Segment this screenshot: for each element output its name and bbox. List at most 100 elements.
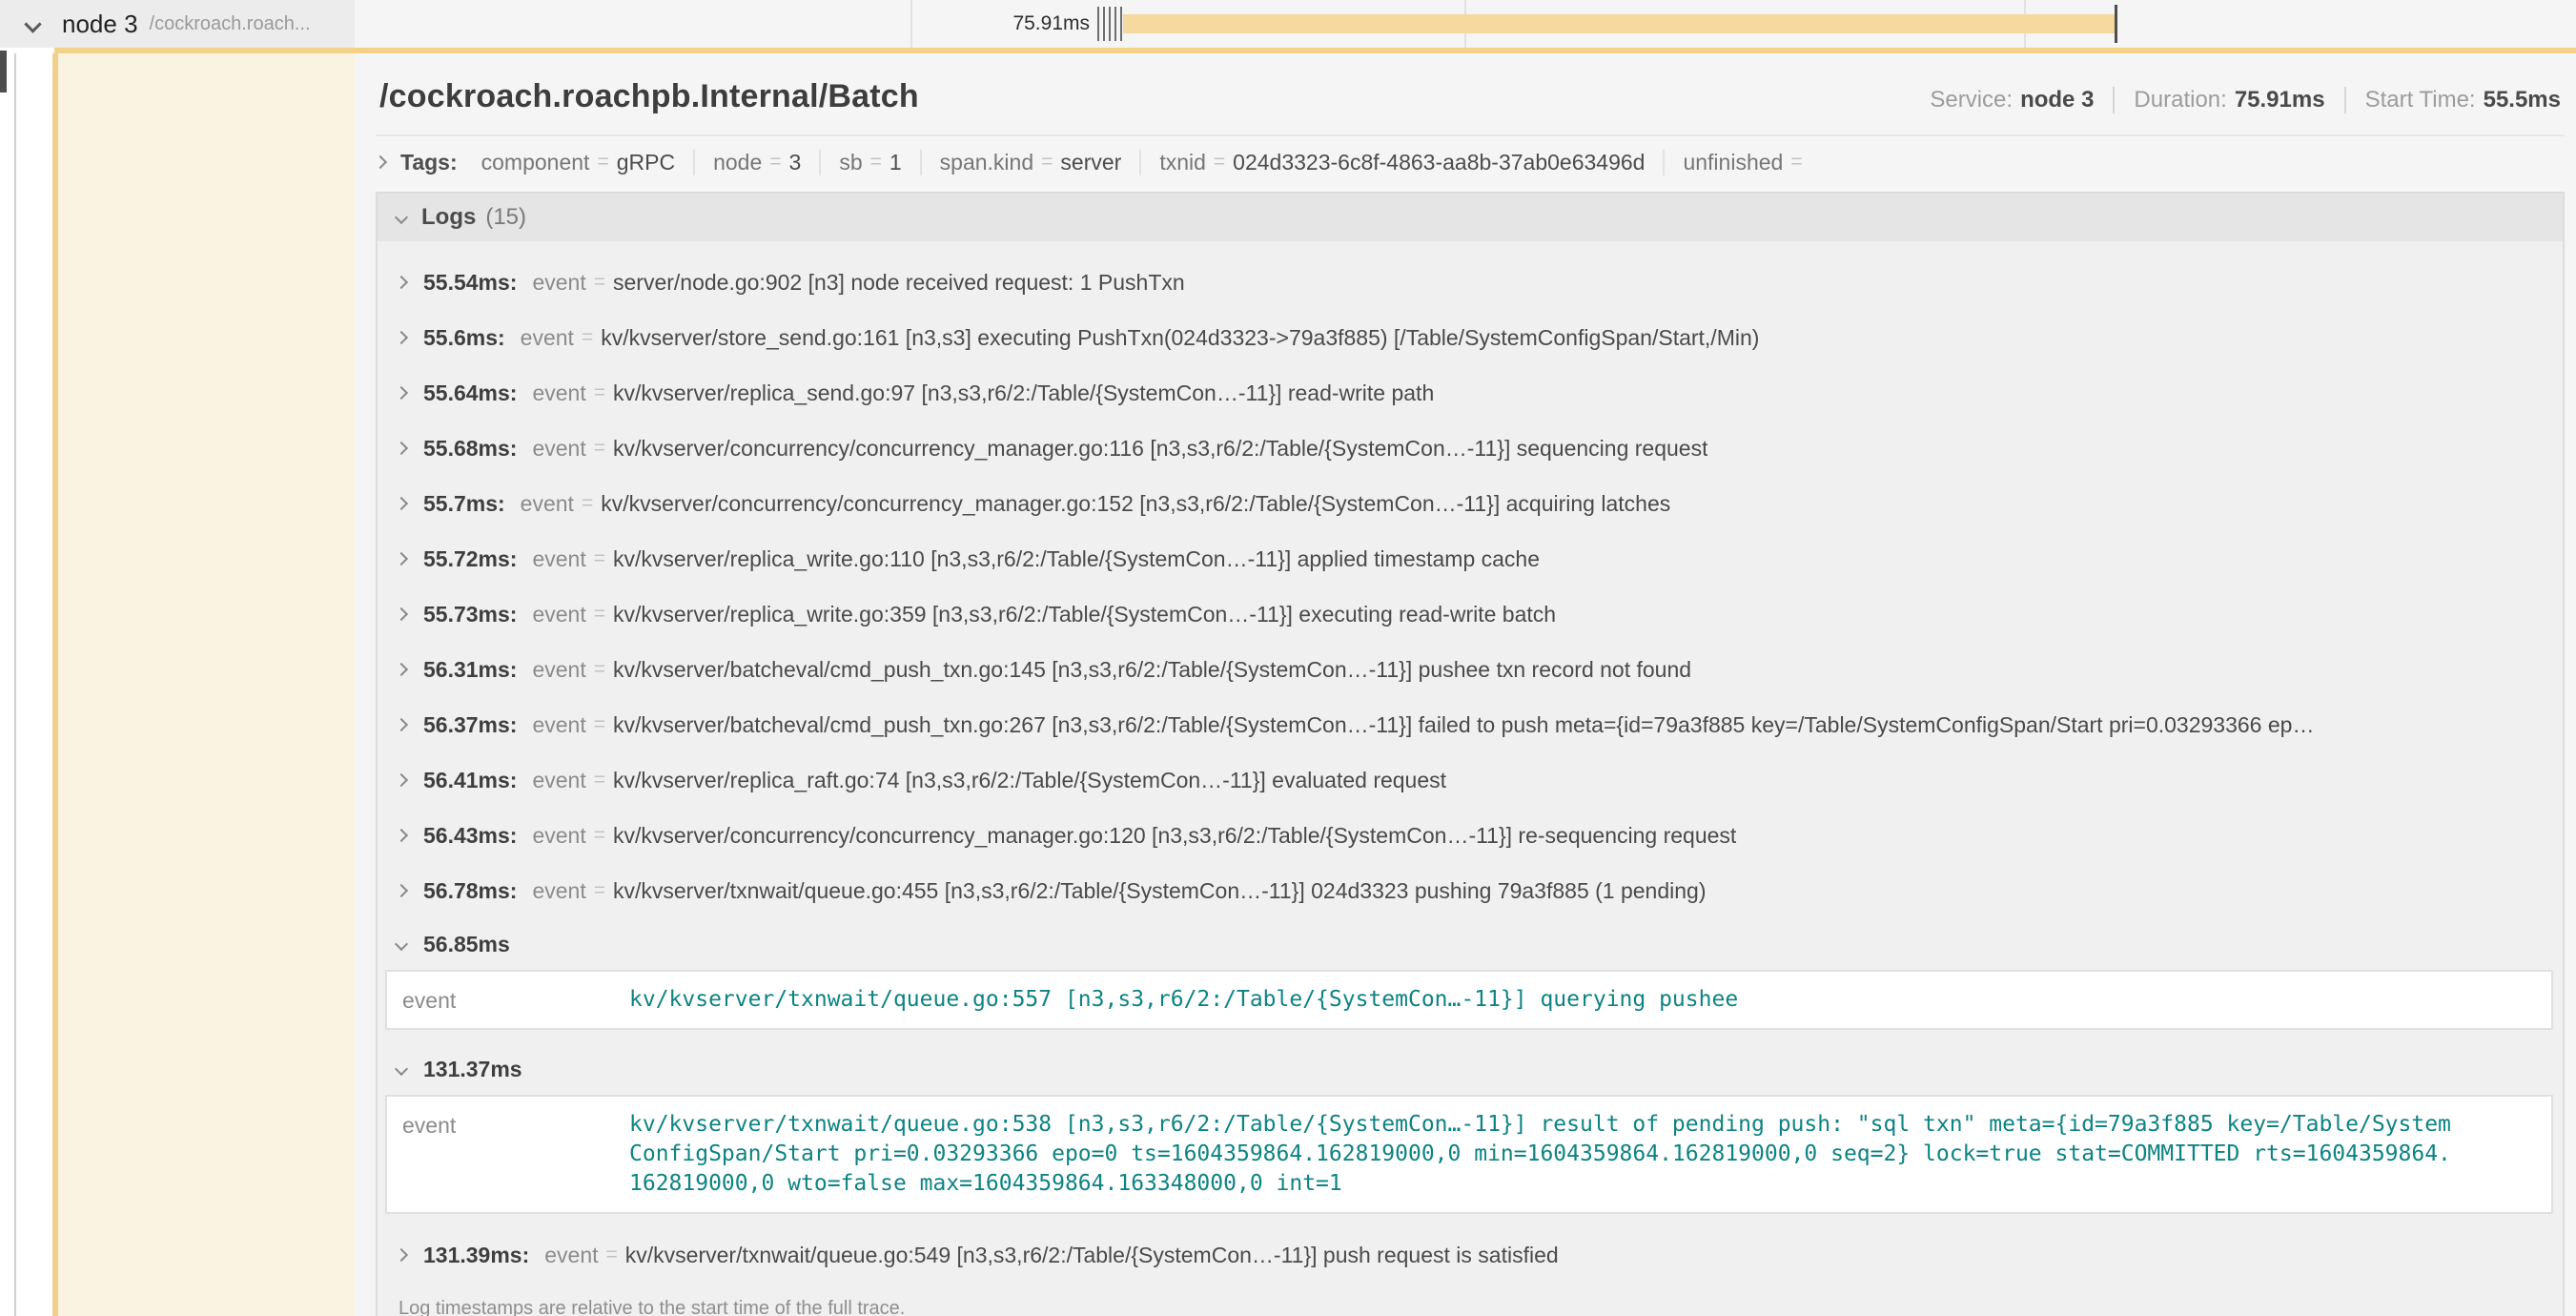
chevron-right-icon — [395, 829, 408, 842]
equals-sign: = — [594, 879, 605, 902]
chevron-right-icon — [395, 497, 408, 510]
service-label: Service: — [1930, 87, 2013, 113]
log-field-value: kv/kvserver/store_send.go:161 [n3,s3] ex… — [601, 325, 1759, 351]
log-entry-row[interactable]: 55.72ms: event = kv/kvserver/replica_wri… — [378, 531, 2563, 586]
chevron-right-icon — [395, 1248, 408, 1262]
log-timestamp: 55.64ms: — [423, 380, 517, 406]
log-field-key: event — [532, 768, 585, 793]
log-entry-row[interactable]: 56.31ms: event = kv/kvserver/batcheval/c… — [378, 642, 2563, 697]
log-entries-list: 55.54ms: event = server/node.go:902 [n3]… — [378, 241, 2563, 1283]
span-duration-label: 75.91ms — [899, 0, 1090, 48]
log-timestamp: 55.72ms: — [423, 546, 517, 572]
log-entry-row[interactable]: 55.6ms: event = kv/kvserver/store_send.g… — [378, 310, 2563, 365]
scrollbar-thumb[interactable] — [0, 51, 7, 93]
log-timestamp: 55.6ms: — [423, 325, 505, 351]
chevron-right-icon — [395, 276, 408, 289]
log-entry-row[interactable]: 55.73ms: event = kv/kvserver/replica_wri… — [378, 586, 2563, 642]
log-entry-row-expanded-header[interactable]: 56.85ms — [378, 918, 2563, 970]
log-field-key: event — [532, 380, 585, 406]
equals-sign: = — [594, 547, 605, 570]
chevron-down-icon — [395, 937, 408, 951]
tag-key: txnid — [1159, 150, 1206, 175]
start-time-label: Start Time: — [2365, 87, 2476, 113]
log-timestamp: 55.54ms: — [423, 270, 517, 296]
span-operation-name: /cockroach.roach... — [150, 13, 311, 35]
log-entry-row-expanded-header[interactable]: 131.37ms — [378, 1043, 2563, 1095]
equals-sign: = — [597, 151, 608, 174]
chevron-right-icon — [395, 884, 408, 897]
log-timestamp: 56.85ms — [423, 932, 510, 957]
log-entry-detail-box: event kv/kvserver/txnwait/queue.go:538 [… — [385, 1095, 2553, 1214]
log-field-key: event — [521, 325, 574, 351]
log-entry-row[interactable]: 56.41ms: event = kv/kvserver/replica_raf… — [378, 752, 2563, 808]
chevron-right-icon — [395, 663, 408, 676]
log-entry-row[interactable]: 56.43ms: event = kv/kvserver/concurrency… — [378, 808, 2563, 863]
tags-accordion[interactable]: Tags: component=gRPC node=3 sb=1 span.ki… — [376, 136, 2565, 188]
log-field-key: event — [532, 436, 585, 462]
logs-section: Logs (15) 55.54ms: event = server/node.g… — [376, 192, 2565, 1316]
log-entry-row[interactable]: 55.64ms: event = kv/kvserver/replica_sen… — [378, 365, 2563, 421]
equals-sign: = — [594, 437, 605, 460]
chevron-right-icon — [395, 442, 408, 455]
log-field-key: event — [402, 1110, 629, 1139]
log-timestamp: 56.37ms: — [423, 712, 517, 738]
log-entry-row[interactable]: 56.78ms: event = kv/kvserver/txnwait/que… — [378, 863, 2563, 918]
chevron-down-icon — [24, 15, 41, 32]
log-field-key: event — [402, 985, 629, 1014]
equals-sign: = — [594, 603, 605, 626]
log-entry-row[interactable]: 56.37ms: event = kv/kvserver/batcheval/c… — [378, 697, 2563, 752]
duration-value: 75.91ms — [2235, 87, 2325, 113]
log-field-value: kv/kvserver/replica_write.go:110 [n3,s3,… — [613, 546, 1540, 572]
equals-sign: = — [769, 151, 781, 174]
log-timestamp: 55.7ms: — [423, 491, 505, 517]
span-row-label[interactable]: node 3 /cockroach.roach... — [0, 0, 355, 48]
tag-item: txnid=024d3323-6c8f-4863-aa8b-37ab0e6349… — [1141, 150, 1665, 175]
log-field-key: event — [521, 491, 574, 517]
log-entry-row[interactable]: 55.68ms: event = kv/kvserver/concurrency… — [378, 421, 2563, 476]
log-timestamp: 56.41ms: — [423, 768, 517, 793]
tags-label: Tags: — [400, 150, 458, 175]
span-end-marker — [2115, 5, 2117, 43]
tag-key: node — [713, 150, 762, 175]
tag-value: 024d3323-6c8f-4863-aa8b-37ab0e63496d — [1233, 150, 1645, 175]
start-time-value: 55.5ms — [2484, 87, 2561, 113]
tag-item: sb = 1 — [821, 150, 921, 175]
tag-value: gRPC — [617, 150, 675, 175]
equals-sign: = — [1790, 151, 1802, 174]
page-title: /cockroach.roachpb.Internal/Batch — [379, 78, 919, 115]
tag-item: unfinished= — [1665, 150, 1828, 175]
log-timestamp: 131.39ms: — [423, 1243, 529, 1268]
log-field-value: kv/kvserver/replica_send.go:97 [n3,s3,r6… — [613, 380, 1434, 406]
log-timestamp: 56.43ms: — [423, 823, 517, 849]
log-entry-row[interactable]: 55.7ms: event = kv/kvserver/concurrency/… — [378, 476, 2563, 531]
span-detail-header: /cockroach.roachpb.Internal/Batch Servic… — [376, 53, 2565, 136]
chevron-right-icon — [395, 718, 408, 731]
tag-item: component=gRPC — [463, 150, 695, 175]
chevron-right-icon — [374, 155, 387, 169]
tag-value: 1 — [889, 150, 902, 175]
tag-key: span.kind — [940, 150, 1033, 175]
log-timestamp: 55.68ms: — [423, 436, 517, 462]
log-field-value: kv/kvserver/replica_raft.go:74 [n3,s3,r6… — [613, 768, 1446, 793]
log-field-key: event — [532, 712, 585, 738]
equals-sign: = — [870, 151, 882, 174]
span-service-name: node 3 — [62, 10, 138, 39]
duration-label: Duration: — [2134, 87, 2226, 113]
log-field-value: kv/kvserver/txnwait/queue.go:549 [n3,s3,… — [625, 1243, 1559, 1268]
equals-sign: = — [1041, 151, 1053, 174]
log-entry-row[interactable]: 55.54ms: event = server/node.go:902 [n3]… — [378, 255, 2563, 310]
equals-sign: = — [594, 381, 605, 404]
tag-value: 3 — [789, 150, 802, 175]
log-entry-row[interactable]: 131.39ms: event = kv/kvserver/txnwait/qu… — [378, 1227, 2563, 1283]
equals-sign: = — [582, 326, 593, 349]
logs-accordion-header[interactable]: Logs (15) — [378, 194, 2563, 241]
log-field-key: event — [544, 1243, 598, 1268]
chevron-down-icon — [395, 1062, 408, 1076]
logs-footnote: Log timestamps are relative to the start… — [378, 1283, 2563, 1316]
log-field-value: kv/kvserver/txnwait/queue.go:557 [n3,s3,… — [629, 985, 1738, 1015]
equals-sign: = — [594, 713, 605, 736]
span-duration-bar[interactable] — [1123, 14, 2116, 33]
tag-key: sb — [839, 150, 862, 175]
span-detail-panel: /cockroach.roachpb.Internal/Batch Servic… — [355, 53, 2576, 1316]
equals-sign: = — [594, 824, 605, 847]
